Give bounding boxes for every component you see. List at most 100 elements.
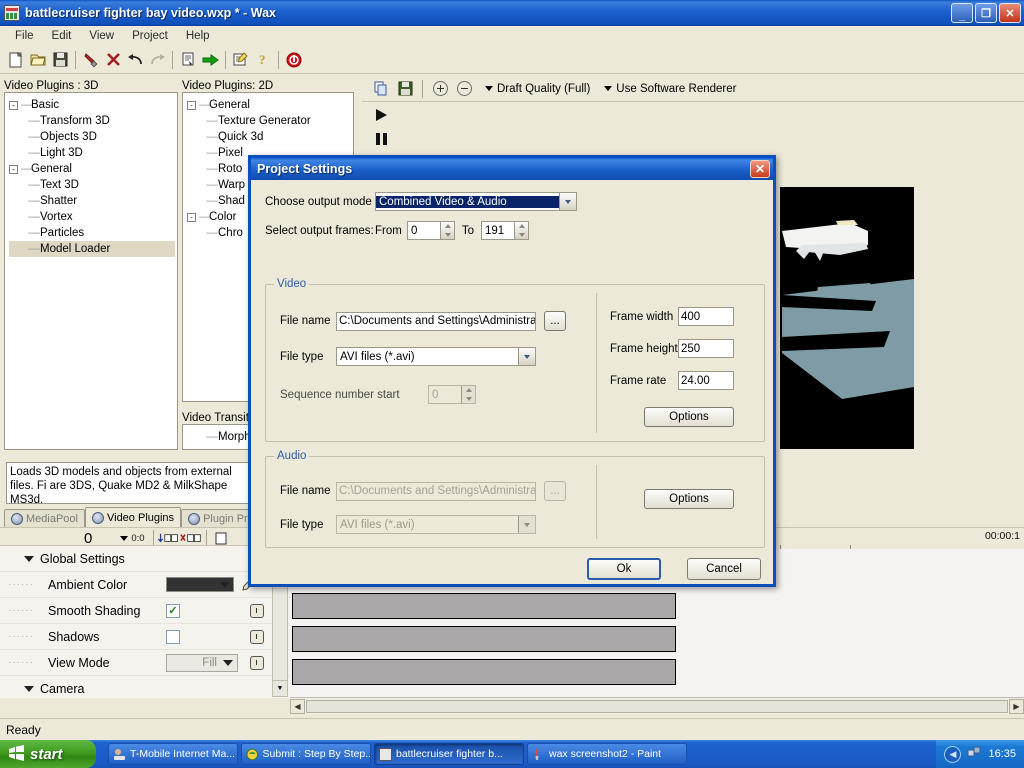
audio-options-button[interactable]: Options [644,489,734,509]
renderer-label[interactable]: Use Software Renderer [616,83,736,95]
stop-icon[interactable] [283,49,305,71]
video-plugins-3d-tree[interactable]: -—Basic—Transform 3D—Objects 3D—Light 3D… [4,92,178,450]
smooth-shading-checkbox[interactable]: ✓ [166,604,180,618]
frame-rate-input[interactable]: 24.00 [678,371,734,390]
spinner-buttons[interactable] [514,222,528,239]
dialog-close-button[interactable]: ✕ [750,160,770,178]
renderer-dropdown-icon[interactable] [604,86,612,91]
network-icon[interactable] [967,746,982,763]
menu-edit[interactable]: Edit [43,28,81,44]
tab-video-plugins[interactable]: Video Plugins [85,507,181,528]
tree-connector: — [206,227,218,239]
output-mode-value: Combined Video & Audio [376,196,559,208]
play-icon[interactable] [376,109,387,121]
quality-dropdown-icon[interactable] [485,86,493,91]
help-icon[interactable]: ? [252,49,274,71]
scroll-right-button[interactable]: ▶ [1009,699,1024,714]
from-frame-spinner[interactable]: 0 [407,221,455,240]
save-icon[interactable] [394,78,416,100]
collapse-icon[interactable] [24,686,34,692]
tree-item[interactable]: —Texture Generator [187,113,351,129]
property-row-ambient-color[interactable]: ······ Ambient Color [0,572,290,598]
shadows-checkbox[interactable] [166,630,180,644]
main-toolbar: ? [0,46,1024,74]
color-dropdown-icon[interactable] [220,582,230,588]
taskbar-item-submit[interactable]: Submit : Step By Step... [241,743,371,765]
tree-item[interactable]: —Model Loader [9,241,175,257]
tab-mediapool[interactable]: MediaPool [4,509,85,528]
taskbar-item-paint[interactable]: wax screenshot2 - Paint [527,743,687,765]
zoom-out-icon[interactable] [453,78,475,100]
video-options-button[interactable]: Options [644,407,734,427]
menu-help[interactable]: Help [177,28,219,44]
output-mode-combo[interactable]: Combined Video & Audio [375,192,577,211]
tree-item[interactable]: —Particles [9,225,175,241]
expander-icon[interactable]: - [9,165,18,174]
close-button[interactable]: ✕ [999,3,1021,23]
delete-icon[interactable] [102,49,124,71]
expander-icon[interactable]: - [187,213,196,222]
timeline-clip[interactable] [292,593,676,619]
video-file-type-combo[interactable]: AVI files (*.avi) [336,347,536,366]
copy-icon[interactable] [370,78,392,100]
view-mode-combo[interactable]: Fill [166,654,238,672]
ok-button[interactable]: Ok [587,558,661,580]
undo-icon[interactable] [124,49,146,71]
settings-icon[interactable] [230,49,252,71]
render-icon[interactable] [199,49,221,71]
restore-button[interactable]: ❐ [975,3,997,23]
tree-group[interactable]: -—General [9,161,175,177]
property-row-view-mode[interactable]: ······ View Mode Fill [0,650,290,676]
frame-width-input[interactable]: 400 [678,307,734,326]
tree-item[interactable]: —Objects 3D [9,129,175,145]
menu-project[interactable]: Project [123,28,177,44]
tree-item-label: Chro [218,227,243,239]
quality-label[interactable]: Draft Quality (Full) [497,83,590,95]
frame-height-input[interactable]: 250 [678,339,734,358]
cancel-button[interactable]: Cancel [687,558,761,580]
expander-icon[interactable]: - [9,101,18,110]
tree-item[interactable]: —Shatter [9,193,175,209]
to-frame-spinner[interactable]: 191 [481,221,529,240]
keyframe-icon[interactable] [250,656,264,670]
property-row-camera[interactable]: Camera [0,676,290,698]
properties-icon[interactable] [177,49,199,71]
new-icon[interactable] [5,49,27,71]
tree-item[interactable]: —Quick 3d [187,129,351,145]
tree-item[interactable]: —Transform 3D [9,113,175,129]
timecode-dropdown-icon[interactable] [120,536,128,541]
properties-header-row[interactable]: Global Settings [0,546,290,572]
menu-file[interactable]: File [6,28,43,44]
video-file-name-input[interactable]: C:\Documents and Settings\Administrato [336,312,536,331]
menu-view[interactable]: View [80,28,123,44]
property-row-shadows[interactable]: ······ Shadows [0,624,290,650]
expander-icon[interactable]: - [187,101,196,110]
start-button[interactable]: start [0,740,96,768]
taskbar-item-wax[interactable]: battlecruiser fighter b... [374,743,524,765]
keyframe-icon[interactable] [250,630,264,644]
build-icon[interactable] [80,49,102,71]
show-hidden-icons-button[interactable]: ◀ [944,746,961,763]
spinner-buttons[interactable] [440,222,454,239]
timeline-clip[interactable] [292,659,676,685]
timeline-hscrollbar[interactable]: ◀ ▶ [290,697,1024,714]
property-row-smooth-shading[interactable]: ······ Smooth Shading ✓ [0,598,290,624]
save-icon[interactable] [49,49,71,71]
minimize-button[interactable]: _ [951,3,973,23]
taskbar-item-tmobile[interactable]: T-Mobile Internet Ma... [108,743,238,765]
keyframe-icon[interactable] [250,604,264,618]
zoom-in-icon[interactable] [429,78,451,100]
collapse-icon[interactable] [24,556,34,562]
tree-item[interactable]: —Light 3D [9,145,175,161]
hscroll-thumb[interactable] [306,700,1008,713]
tree-group[interactable]: -—General [187,97,351,113]
tree-item[interactable]: —Vortex [9,209,175,225]
tree-item[interactable]: —Text 3D [9,177,175,193]
tree-group[interactable]: -—Basic [9,97,175,113]
pause-icon[interactable] [376,133,387,145]
timeline-clip[interactable] [292,626,676,652]
scroll-left-button[interactable]: ◀ [290,699,305,714]
open-icon[interactable] [27,49,49,71]
video-browse-button[interactable]: ... [544,311,566,331]
audio-group-title: Audio [274,450,309,462]
